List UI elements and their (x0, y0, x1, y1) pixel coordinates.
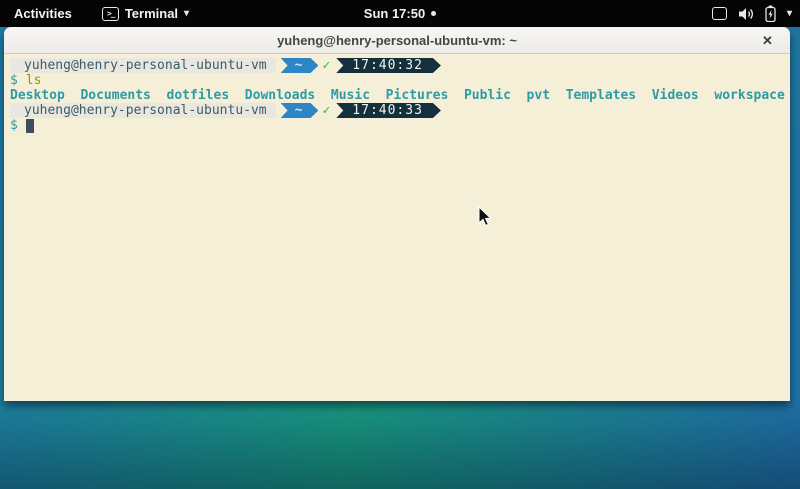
prompt-status-ok-icon: ✓ (322, 103, 330, 118)
window-title: yuheng@henry-personal-ubuntu-vm: ~ (277, 33, 517, 48)
typed-command: ls (26, 73, 42, 88)
close-icon[interactable]: ✕ (759, 32, 776, 49)
ls-output: Desktop Documents dotfiles Downloads Mus… (10, 88, 784, 103)
chevron-down-icon: ▾ (184, 8, 189, 19)
prompt-symbol: $ (10, 73, 18, 88)
prompt-cwd-segment: ~ (281, 58, 319, 73)
system-tray[interactable]: ▾ (712, 0, 792, 27)
command-line: $ ls (10, 73, 784, 88)
terminal-icon: >_ (102, 7, 119, 21)
window-titlebar[interactable]: yuheng@henry-personal-ubuntu-vm: ~ ✕ (4, 27, 790, 54)
text-cursor (26, 119, 34, 133)
screen-share-icon (712, 7, 727, 20)
mouse-cursor (478, 206, 494, 228)
clock-label: Sun 17:50 (364, 6, 425, 21)
prompt-line: yuheng@henry-personal-ubuntu-vm ~ ✓ 17:4… (10, 58, 784, 73)
volume-icon (738, 7, 754, 21)
prompt-time-segment: 17:40:32 (336, 58, 441, 73)
prompt-symbol: $ (10, 118, 18, 133)
input-line: $ (10, 118, 784, 133)
terminal-window: yuheng@henry-personal-ubuntu-vm: ~ ✕ yuh… (4, 27, 790, 401)
tray-chevron-down-icon: ▾ (787, 8, 792, 19)
activities-button[interactable]: Activities (10, 4, 76, 23)
terminal-content[interactable]: yuheng@henry-personal-ubuntu-vm ~ ✓ 17:4… (4, 54, 790, 401)
battery-charging-icon (765, 5, 776, 22)
prompt-status-ok-icon: ✓ (322, 58, 330, 73)
prompt-time-segment: 17:40:33 (336, 103, 441, 118)
top-bar: Activities >_ Terminal ▾ Sun 17:50 ▾ (0, 0, 800, 27)
notification-dot-icon (431, 11, 436, 16)
prompt-cwd-segment: ~ (281, 103, 319, 118)
prompt-user-host: yuheng@henry-personal-ubuntu-vm (10, 58, 276, 73)
app-menu-terminal[interactable]: >_ Terminal ▾ (102, 6, 189, 21)
prompt-line: yuheng@henry-personal-ubuntu-vm ~ ✓ 17:4… (10, 103, 784, 118)
desktop: Activities >_ Terminal ▾ Sun 17:50 ▾ (0, 0, 800, 489)
prompt-user-host: yuheng@henry-personal-ubuntu-vm (10, 103, 276, 118)
app-menu-label: Terminal (125, 6, 178, 21)
